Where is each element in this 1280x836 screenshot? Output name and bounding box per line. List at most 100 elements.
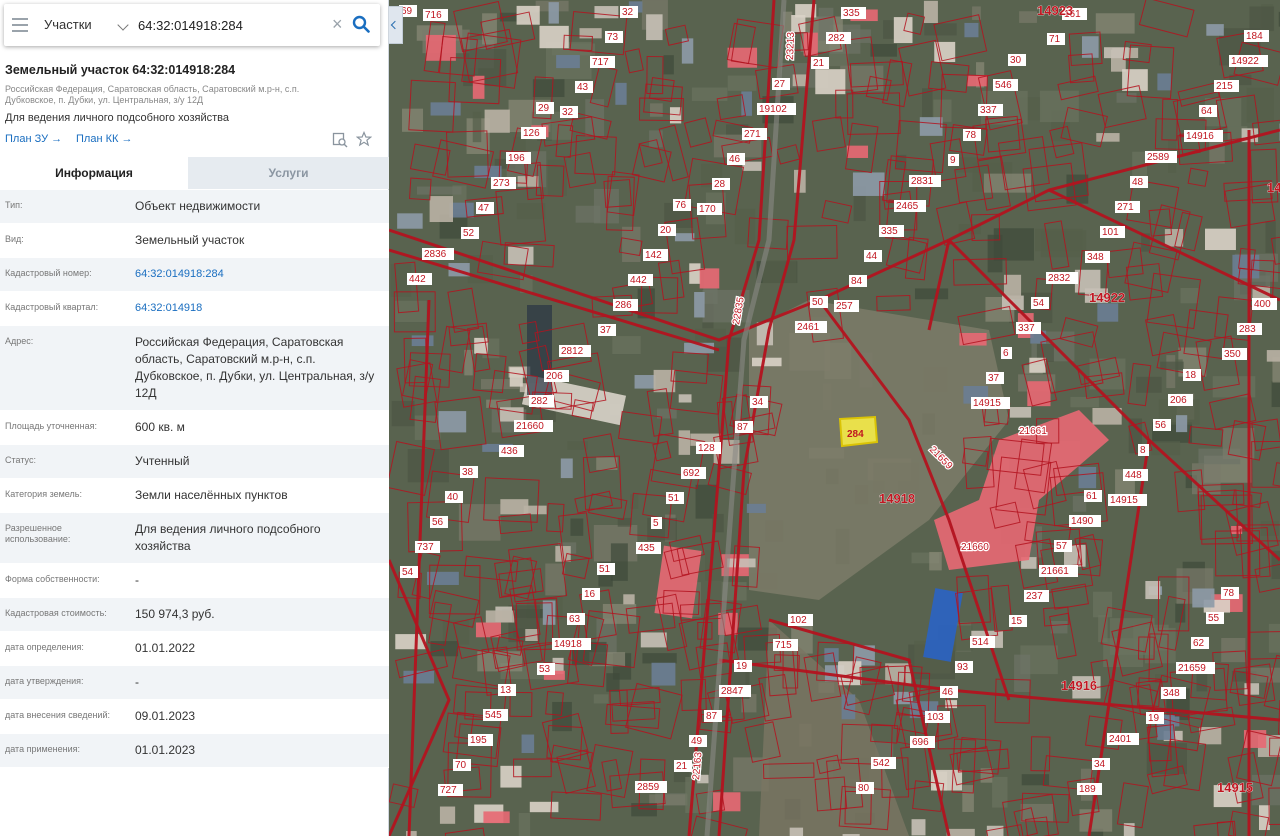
parcel-number-label[interactable]: 282 (529, 395, 554, 407)
parcel-number-label[interactable]: 21660 (514, 420, 553, 432)
parcel-number-label[interactable]: 46 (940, 686, 958, 698)
parcel-number-label[interactable]: 257 (834, 300, 859, 312)
parcel-number-label[interactable]: 78 (963, 129, 981, 141)
search-icon[interactable] (352, 15, 370, 33)
parcel-number-label[interactable]: 73 (605, 31, 623, 43)
parcel-number-label[interactable]: 2836 (422, 248, 454, 260)
parcel-number-label[interactable]: 195 (468, 734, 493, 746)
parcel-number-label[interactable]: 76 (673, 199, 691, 211)
parcel-number-label[interactable]: 102 (788, 614, 813, 626)
parcel-number-label[interactable]: 37 (598, 324, 616, 336)
parcel-number-label[interactable]: 335 (841, 7, 866, 19)
parcel-number-label[interactable]: 56 (430, 516, 448, 528)
parcel-number-label[interactable]: 2859 (635, 781, 667, 793)
parcel-number-label[interactable]: 442 (628, 274, 653, 286)
parcel-number-label[interactable]: 16 (582, 588, 600, 600)
parcel-number-label[interactable]: 2589 (1145, 151, 1177, 163)
parcel-number-label[interactable]: 348 (1161, 687, 1186, 699)
parcel-number-label[interactable]: 14918 (552, 638, 591, 650)
parcel-number-label[interactable]: 78 (1221, 587, 1239, 599)
parcel-number-label[interactable]: 61 (1084, 490, 1102, 502)
parcel-number-label[interactable]: 337 (978, 104, 1003, 116)
parcel-number-label[interactable]: 87 (735, 421, 753, 433)
zoom-to-object-icon[interactable] (332, 132, 348, 148)
parcel-number-label[interactable]: 715 (773, 639, 798, 651)
parcel-number-label[interactable]: 63 (567, 613, 585, 625)
parcel-number-label[interactable]: 126 (521, 127, 546, 139)
parcel-number-label[interactable]: 101 (1100, 226, 1125, 238)
close-icon[interactable]: × (332, 15, 346, 33)
parcel-number-label[interactable]: 49 (689, 735, 707, 747)
detail-value-link[interactable]: 64:32:014918:284 (135, 258, 389, 291)
parcel-number-label[interactable]: 2461 (795, 321, 827, 333)
parcel-number-label[interactable]: 87 (704, 710, 722, 722)
parcel-number-label[interactable]: 215 (1214, 80, 1239, 92)
parcel-number-label[interactable]: 21659 (1176, 662, 1215, 674)
parcel-number-label[interactable]: 237 (1024, 590, 1049, 602)
parcel-number-label[interactable]: 271 (742, 128, 767, 140)
parcel-number-label[interactable]: 189 (1077, 783, 1102, 795)
parcel-number-label[interactable]: 282 (826, 32, 851, 44)
parcel-number-label[interactable]: 54 (400, 566, 418, 578)
parcel-number-label[interactable]: 273 (491, 177, 516, 189)
parcel-number-label[interactable]: 542 (871, 757, 896, 769)
menu-icon[interactable] (12, 18, 28, 32)
parcel-number-label[interactable]: 170 (697, 203, 722, 215)
parcel-number-label[interactable]: 34 (1092, 758, 1110, 770)
parcel-number-label[interactable]: 435 (636, 542, 661, 554)
parcel-number-label[interactable]: 717 (590, 56, 615, 68)
parcel-number-label[interactable]: 514 (970, 636, 995, 648)
parcel-number-label[interactable]: 64 (1199, 105, 1217, 117)
parcel-number-label[interactable]: 20 (658, 224, 676, 236)
parcel-number-label[interactable]: 335 (879, 225, 904, 237)
parcel-number-label[interactable]: 546 (993, 79, 1018, 91)
parcel-number-label[interactable]: 737 (415, 541, 440, 553)
cadastral-map[interactable]: 69 29 76 50 61 78 13 2859 27 2831 2832 18 38 51 19 542 3… (389, 0, 1280, 836)
parcel-number-label[interactable]: 48 (1130, 176, 1148, 188)
parcel-number-label[interactable]: 2401 (1107, 733, 1139, 745)
parcel-number-label[interactable]: 44 (864, 250, 882, 262)
parcel-number-label[interactable]: 14915 (1108, 494, 1147, 506)
parcel-number-label[interactable]: 5 (651, 517, 662, 529)
parcel-number-label[interactable]: 128 (696, 442, 721, 454)
parcel-number-label[interactable]: 2832 (1046, 272, 1078, 284)
parcel-number-label[interactable]: 716 (423, 9, 448, 21)
parcel-number-label[interactable]: 37 (986, 372, 1004, 384)
parcel-number-label[interactable]: 442 (407, 273, 432, 285)
parcel-number-label[interactable]: 15 (1009, 615, 1027, 627)
parcel-number-label[interactable]: 55 (1206, 612, 1224, 624)
parcel-number-label[interactable]: 30 (1008, 54, 1026, 66)
parcel-number-label[interactable]: 142 (643, 249, 668, 261)
parcel-number-label[interactable]: 62 (1191, 637, 1209, 649)
parcel-number-label[interactable]: 206 (1168, 394, 1193, 406)
plan-kk-link[interactable]: План КК → (76, 133, 132, 145)
detail-value-link[interactable]: 64:32:014918 (135, 292, 389, 325)
parcel-number-label[interactable]: 2831 (909, 175, 941, 187)
parcel-number-label[interactable]: 18 (1183, 369, 1201, 381)
search-input[interactable] (138, 12, 328, 38)
parcel-number-label[interactable]: 19102 (757, 103, 796, 115)
parcel-number-label[interactable]: 46 (727, 153, 745, 165)
parcel-number-label[interactable]: 93 (955, 661, 973, 673)
parcel-number-label[interactable]: 47 (476, 202, 494, 214)
parcel-number-label[interactable]: 206 (544, 370, 569, 382)
parcel-number-label[interactable]: 21 (674, 760, 692, 772)
parcel-number-label[interactable]: 692 (681, 467, 706, 479)
parcel-number-label[interactable]: 51 (666, 492, 684, 504)
parcel-number-label[interactable]: 1490 (1069, 515, 1101, 527)
parcel-number-label[interactable]: 448 (1123, 469, 1148, 481)
plan-zu-link[interactable]: План ЗУ → (5, 133, 62, 145)
parcel-number-label[interactable]: 32 (620, 6, 638, 18)
parcel-number-label[interactable]: 6 (1001, 347, 1012, 359)
parcel-number-label[interactable]: 52 (461, 227, 479, 239)
parcel-number-label[interactable]: 29 (536, 102, 554, 114)
parcel-number-label[interactable]: 103 (925, 711, 950, 723)
parcel-number-label[interactable]: 13 (498, 684, 516, 696)
parcel-number-label[interactable]: 21 (811, 57, 829, 69)
parcel-number-label[interactable]: 43 (575, 81, 593, 93)
parcel-number-label[interactable]: 19 (1146, 712, 1164, 724)
parcel-number-label[interactable]: 271 (1115, 201, 1140, 213)
parcel-number-label[interactable]: 57 (1054, 540, 1072, 552)
parcel-number-label[interactable]: 51 (597, 563, 615, 575)
parcel-number-label[interactable]: 286 (613, 299, 638, 311)
